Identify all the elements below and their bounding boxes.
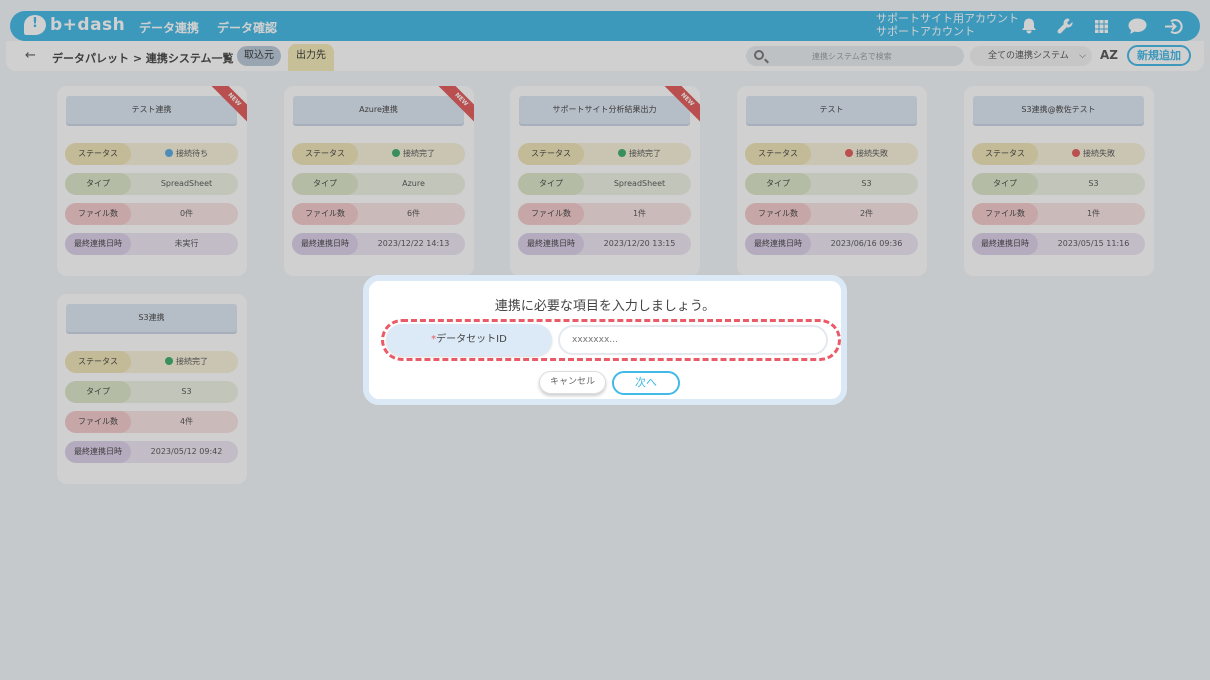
dialog-title: 連携に必要な項目を入力しましょう。: [494, 299, 716, 314]
next-button[interactable]: 次へ: [612, 371, 680, 395]
dataset-id-label: *データセットID: [386, 324, 552, 356]
dataset-id-input[interactable]: [558, 325, 828, 355]
cancel-button[interactable]: キャンセル: [539, 371, 606, 394]
dataset-id-label-text: データセットID: [436, 334, 507, 345]
dataset-id-dialog: 連携に必要な項目を入力しましょう。 *データセットID キャンセル 次へ: [363, 275, 847, 405]
